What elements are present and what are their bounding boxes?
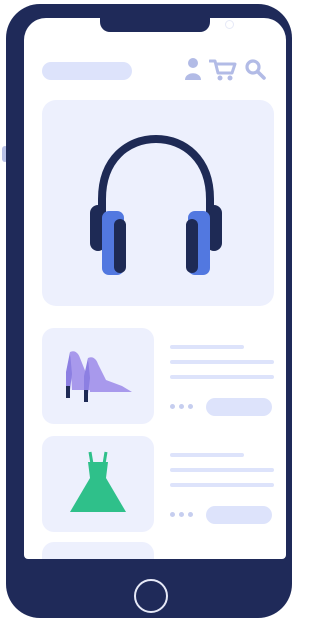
more-options-icon[interactable] (170, 510, 198, 518)
cart-icon[interactable] (208, 56, 237, 87)
user-icon[interactable] (184, 56, 202, 87)
product-thumbnail[interactable] (42, 542, 154, 559)
camera-icon (225, 20, 234, 29)
phone-screen (24, 18, 286, 559)
add-to-cart-button[interactable] (206, 398, 272, 416)
headphones-icon (90, 134, 222, 275)
phone-frame (6, 4, 292, 618)
featured-product-card[interactable] (42, 100, 274, 306)
search-icon[interactable] (244, 58, 266, 85)
add-to-cart-button[interactable] (206, 506, 272, 524)
product-thumbnail[interactable] (42, 436, 154, 532)
home-button[interactable] (134, 579, 168, 613)
dress-icon (70, 451, 126, 512)
more-options-icon[interactable] (170, 402, 198, 410)
header-icons (184, 54, 276, 84)
high-heels-icon (66, 351, 132, 402)
notch (100, 18, 234, 32)
product-thumbnail[interactable] (42, 328, 154, 424)
logo-placeholder (42, 62, 132, 80)
stage (0, 0, 297, 623)
